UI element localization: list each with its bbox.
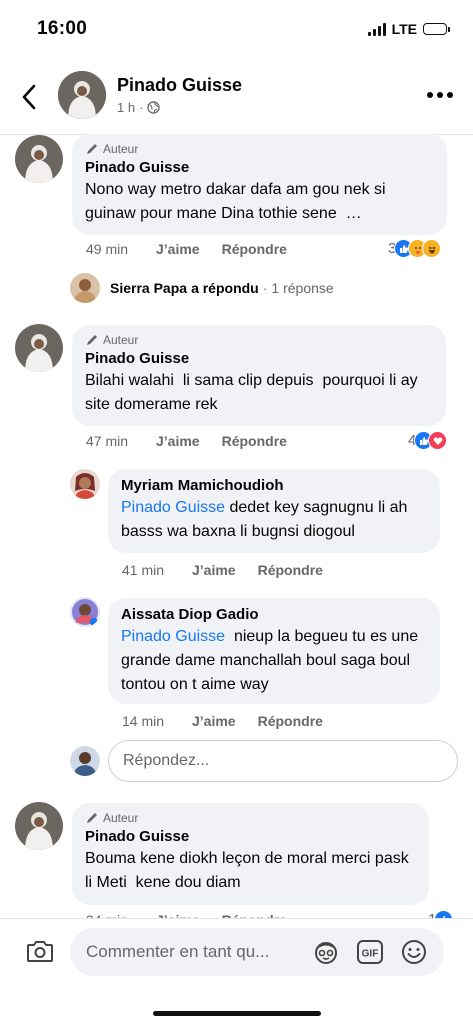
- battery-icon: [423, 23, 450, 35]
- reply-button[interactable]: Répondre: [258, 713, 323, 729]
- network-type: LTE: [391, 21, 417, 37]
- post-time: 1 h: [117, 100, 136, 115]
- reply-button[interactable]: Répondre: [222, 433, 287, 449]
- comment-composer: Commenter en tant qu... GIF: [0, 918, 473, 1025]
- comment-input-placeholder: Commenter en tant qu...: [86, 942, 270, 961]
- author-badge-label: Auteur: [103, 142, 139, 156]
- reply-summary[interactable]: Sierra Papa a répondu · 1 réponse: [70, 273, 334, 303]
- reply-actions: 41 min J’aime Répondre: [122, 562, 345, 578]
- home-indicator: [153, 1011, 321, 1016]
- reply-author[interactable]: Aissata Diop Gadio: [121, 606, 427, 623]
- author-badge: Auteur: [85, 333, 433, 347]
- reply-actions: 14 min J’aime Répondre: [122, 713, 345, 729]
- reactions[interactable]: 3: [388, 239, 442, 258]
- emoji-icon[interactable]: [400, 939, 428, 965]
- reply-time: 14 min: [122, 713, 165, 729]
- author-name[interactable]: Pinado Guisse: [117, 75, 242, 96]
- comment-input[interactable]: Commenter en tant qu... GIF: [70, 928, 444, 976]
- post-header: Pinado Guisse 1 h ·: [0, 62, 473, 135]
- more-icon[interactable]: [427, 92, 453, 98]
- avatar-sticker-icon[interactable]: [312, 939, 340, 965]
- reply-bubble[interactable]: Aissata Diop Gadio Pinado Guisse nieup l…: [108, 598, 440, 704]
- mention-link[interactable]: Pinado Guisse: [121, 499, 225, 516]
- reply-action: a répondu: [191, 280, 259, 296]
- pencil-icon: [87, 813, 97, 823]
- reply-author[interactable]: Myriam Mamichoudioh: [121, 477, 427, 494]
- comment-actions: 47 min J’aime Répondre: [86, 433, 309, 449]
- reply-avatar[interactable]: [70, 597, 100, 627]
- like-button[interactable]: J’aime: [192, 562, 236, 578]
- replier-name: Sierra Papa: [110, 280, 188, 296]
- haha-reaction-icon: [422, 239, 442, 258]
- comment-author[interactable]: Pinado Guisse: [85, 159, 434, 176]
- reply-button[interactable]: Répondre: [258, 562, 323, 578]
- pencil-icon: [87, 335, 97, 345]
- post-meta: 1 h ·: [117, 100, 161, 115]
- mention-link[interactable]: Pinado Guisse: [121, 628, 225, 645]
- like-button[interactable]: J’aime: [156, 433, 200, 449]
- viewer-avatar: [70, 746, 100, 776]
- like-button[interactable]: J’aime: [156, 241, 200, 257]
- comment-bubble[interactable]: Auteur Pinado Guisse Bouma kene diokh le…: [72, 803, 429, 905]
- reply-avatar[interactable]: [70, 469, 100, 499]
- love-reaction-icon: [428, 431, 448, 450]
- svg-text:GIF: GIF: [362, 949, 379, 960]
- gif-icon[interactable]: GIF: [356, 939, 384, 965]
- commenter-avatar[interactable]: [15, 324, 63, 372]
- back-arrow-icon[interactable]: [18, 82, 42, 112]
- comment-author[interactable]: Pinado Guisse: [85, 350, 433, 367]
- replier-avatar: [70, 273, 100, 303]
- reply-text: Pinado Guisse nieup la begueu tu es une …: [121, 625, 427, 697]
- author-badge-label: Auteur: [103, 811, 139, 825]
- reactions[interactable]: 4: [408, 431, 448, 450]
- author-badge: Auteur: [85, 811, 416, 825]
- pencil-icon: [87, 144, 97, 154]
- globe-icon: [147, 101, 161, 114]
- comment-time: 47 min: [86, 433, 129, 449]
- reply-separator: ·: [262, 280, 268, 296]
- status-bar: 16:00 LTE: [0, 0, 473, 60]
- reply-button[interactable]: Répondre: [222, 241, 287, 257]
- comment-author[interactable]: Pinado Guisse: [85, 828, 416, 845]
- reply-bubble[interactable]: Myriam Mamichoudioh Pinado Guisse dedet …: [108, 469, 440, 553]
- comment-bubble[interactable]: Auteur Pinado Guisse Bilahi walahi li sa…: [72, 325, 446, 426]
- camera-icon[interactable]: [26, 939, 54, 963]
- like-button[interactable]: J’aime: [192, 713, 236, 729]
- author-badge-label: Auteur: [103, 333, 139, 347]
- comment-text: Nono way metro dakar dafa am gou nek si …: [85, 181, 391, 222]
- status-time: 16:00: [37, 18, 88, 39]
- signal-icon: [367, 22, 386, 36]
- commenter-avatar[interactable]: [15, 802, 63, 850]
- comment-bubble[interactable]: Auteur Pinado Guisse Nono way metro daka…: [72, 134, 447, 235]
- reply-input-placeholder: Répondez...: [123, 752, 210, 769]
- reply-time: 41 min: [122, 562, 165, 578]
- commenter-avatar[interactable]: [15, 135, 63, 183]
- comment-time: 49 min: [86, 241, 129, 257]
- reply-input[interactable]: Répondez...: [108, 740, 458, 782]
- comment-actions: 49 min J’aime Répondre: [86, 241, 309, 257]
- comment-text: Bouma kene diokh leçon de moral merci pa…: [85, 850, 414, 891]
- reply-text: Pinado Guisse dedet key sagnugnu li ah b…: [121, 496, 427, 544]
- author-badge: Auteur: [85, 142, 434, 156]
- reply-count: 1 réponse: [271, 280, 334, 296]
- author-avatar[interactable]: [58, 71, 106, 119]
- meta-separator: ·: [139, 100, 144, 115]
- comment-text: Bilahi walahi li sama clip depuis pourqu…: [85, 372, 423, 413]
